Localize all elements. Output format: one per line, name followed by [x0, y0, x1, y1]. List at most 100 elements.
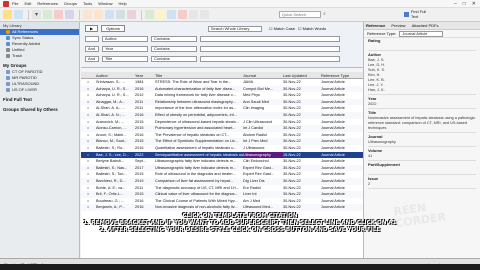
bool-select[interactable]: And [85, 45, 99, 52]
search-term-input[interactable] [200, 45, 340, 52]
bool-select[interactable] [85, 35, 99, 42]
reference-field[interactable]: Rating [364, 38, 480, 51]
menu-help[interactable]: Help [119, 1, 127, 6]
menu-edit[interactable]: Edit [24, 1, 31, 6]
groups-shared-header[interactable]: Groups Shared by Others [0, 106, 79, 113]
table-row[interactable]: • Barchiesi, R.; D... 2019 Comparison of li… [81, 177, 363, 185]
field-select[interactable]: Author [102, 35, 148, 42]
reference-type-select[interactable]: Journal Article [399, 30, 444, 37]
maximize-button[interactable]: □ [463, 1, 466, 7]
table-row[interactable]: • Berlyne Babolt... Sept... Ultrasonographi… [81, 158, 363, 165]
table-row[interactable]: • Acharya, U. R.; S... 2016 Automated chara… [81, 85, 363, 93]
format-bibliography-icon[interactable] [156, 10, 165, 19]
field-value[interactable] [368, 168, 480, 173]
find-full-text-icon[interactable] [105, 10, 114, 19]
reference-field[interactable]: Year 2022 [364, 96, 480, 109]
match-words-checkbox[interactable]: ☐ Match Words [298, 26, 326, 31]
field-value[interactable]: Ultrasonography [368, 140, 480, 145]
help-icon[interactable] [200, 10, 209, 19]
reference-field[interactable]: Title Noninvasive assessment of hepatic s… [364, 110, 480, 133]
table-row[interactable]: • Alonso-Carrion, ... 2015 Pulmonary hypert… [81, 125, 363, 132]
menu-window[interactable]: Window [98, 1, 112, 6]
online-search-icon[interactable] [43, 10, 52, 19]
export-icon[interactable] [94, 10, 103, 19]
quick-search-input[interactable]: Quick Search [279, 11, 321, 18]
close-button[interactable]: ✕ [472, 1, 476, 7]
integrated-library-icon[interactable] [65, 10, 74, 19]
open-link-icon[interactable] [116, 10, 125, 19]
find-full-text-header[interactable]: Find Full Text [0, 96, 79, 103]
table-row[interactable]: • Al-Shari, A. N.; ... 2016 Effect of obesi… [81, 111, 363, 119]
save-icon[interactable] [14, 10, 23, 19]
reference-field[interactable]: Author Bae, J. S. Lee, D. H. Suh, K. S. K… [364, 52, 480, 95]
table-row[interactable]: • Blanco, M.; Saut... 2015 The Effect of Sy… [81, 138, 363, 145]
field-value[interactable]: Bae, J. S. Lee, D. H. Suh, K. S. Kim, H.… [368, 58, 480, 93]
table-row[interactable]: • Bae, J. S.; Lee, D... 2022 Semiquantitati… [81, 151, 363, 159]
match-case-checkbox[interactable]: ☐ Match Case [269, 26, 295, 31]
sync-icon[interactable] [178, 10, 187, 19]
col-title[interactable]: Title [155, 72, 243, 78]
attachment-cell: • [87, 119, 89, 124]
insert-citation-icon[interactable] [145, 10, 154, 19]
field-value[interactable]: 2022 [368, 102, 480, 107]
open-pdf-icon[interactable] [127, 10, 136, 19]
col-year[interactable]: Year [135, 72, 155, 78]
col-attachment[interactable] [81, 72, 95, 78]
search-term-input[interactable] [200, 55, 340, 62]
field-value[interactable]: 2 [368, 182, 480, 187]
reference-field[interactable]: Part/Supplement [364, 162, 480, 175]
menu-references[interactable]: References [37, 1, 57, 6]
field-value[interactable] [368, 44, 480, 49]
my-groups-header[interactable]: My Groups [0, 62, 79, 69]
table-row[interactable]: • Bril, F.; Ortiz-L... 2015 Clinical value … [81, 191, 363, 198]
search-button[interactable]: ▶ [85, 25, 99, 32]
bool-select[interactable]: And [85, 55, 99, 62]
field-select[interactable]: Year [102, 45, 148, 52]
local-library-icon[interactable] [54, 10, 63, 19]
field-select[interactable]: Title [102, 55, 148, 62]
table-row[interactable]: • Boudreau, G.; ... 2016 The Clinical Cours… [81, 198, 363, 205]
search-scope-select[interactable]: Search Whole Library [207, 25, 262, 32]
table-row[interactable]: • Ballestri, S.; Ton... 2015 Role of ultras… [81, 171, 363, 178]
new-reference-icon[interactable] [167, 10, 176, 19]
tab-reference[interactable]: Reference [366, 23, 385, 28]
col-journal[interactable]: Journal [243, 72, 283, 78]
table-row[interactable]: • Aroun, S.; Makh... 2016 The Prevalence of… [81, 132, 363, 139]
share-icon[interactable] [189, 10, 198, 19]
operator-select[interactable]: Contains [151, 45, 197, 52]
table-row[interactable]: • Alnaggar, M.; A... 2011 Relationship betw… [81, 98, 363, 106]
operator-select[interactable]: Contains [151, 55, 197, 62]
operator-select[interactable]: Contains [151, 35, 197, 42]
library-item-trash[interactable]: Trash [0, 53, 79, 59]
import-icon[interactable] [83, 10, 92, 19]
style-select-icon[interactable]: ▾ [32, 10, 41, 19]
find-full-text-button[interactable]: Find Full Text [404, 9, 434, 19]
tab-preview[interactable]: Preview [391, 23, 405, 28]
search-term-input[interactable] [200, 35, 340, 42]
reference-field[interactable]: Issue 2 [364, 176, 480, 189]
reference-field[interactable]: Journal Ultrasonography [364, 134, 480, 147]
reference-field[interactable]: Volume 41 [364, 148, 480, 161]
col-reference-type[interactable]: Reference Type [321, 72, 363, 78]
table-row[interactable]: • Benjamin, A.; P... 2016 Non-invasive diag… [81, 204, 363, 211]
field-value[interactable]: 41 [368, 154, 480, 159]
table-row[interactable]: • Aranovich, M.; ... 2015 Dependence of ult… [81, 119, 363, 126]
table-row[interactable]: • Acharya, U. R.; S... 2012 Data mining fra… [81, 92, 363, 99]
search-icon[interactable]: ⌕ [323, 11, 329, 18]
field-value[interactable]: Noninvasive assessment of hepatic steato… [368, 116, 480, 131]
col-last-updated[interactable]: Last Updated [283, 72, 321, 78]
minimize-button[interactable]: – [454, 1, 457, 7]
col-author[interactable]: Author [95, 72, 135, 78]
group-item[interactable]: US OF LIVER [0, 87, 79, 93]
tab-attached-pdfs[interactable]: Attached PDFs [412, 23, 439, 28]
table-row[interactable]: • Srinivasan, S.; ... 1984 STRESS: The Role… [81, 79, 363, 86]
options-button[interactable]: Options [101, 25, 125, 32]
table-row[interactable]: • Ballestri, S.; Ro... 2016 Quantitative as… [81, 145, 363, 152]
table-row[interactable]: • Al-Shari, A. A.; ... 2011 Importance of t… [81, 105, 363, 112]
table-row[interactable]: • Bohte, A. E.; va... 2011 The diagnostic a… [81, 185, 363, 192]
menu-tools[interactable]: Tools [83, 1, 92, 6]
folder-icon[interactable] [3, 10, 12, 19]
menu-groups[interactable]: Groups [64, 1, 77, 6]
menu-file[interactable]: File [12, 1, 18, 6]
table-row[interactable]: • Ballestri, S.; Nas... 2017 Ultrasonograph… [81, 164, 363, 172]
